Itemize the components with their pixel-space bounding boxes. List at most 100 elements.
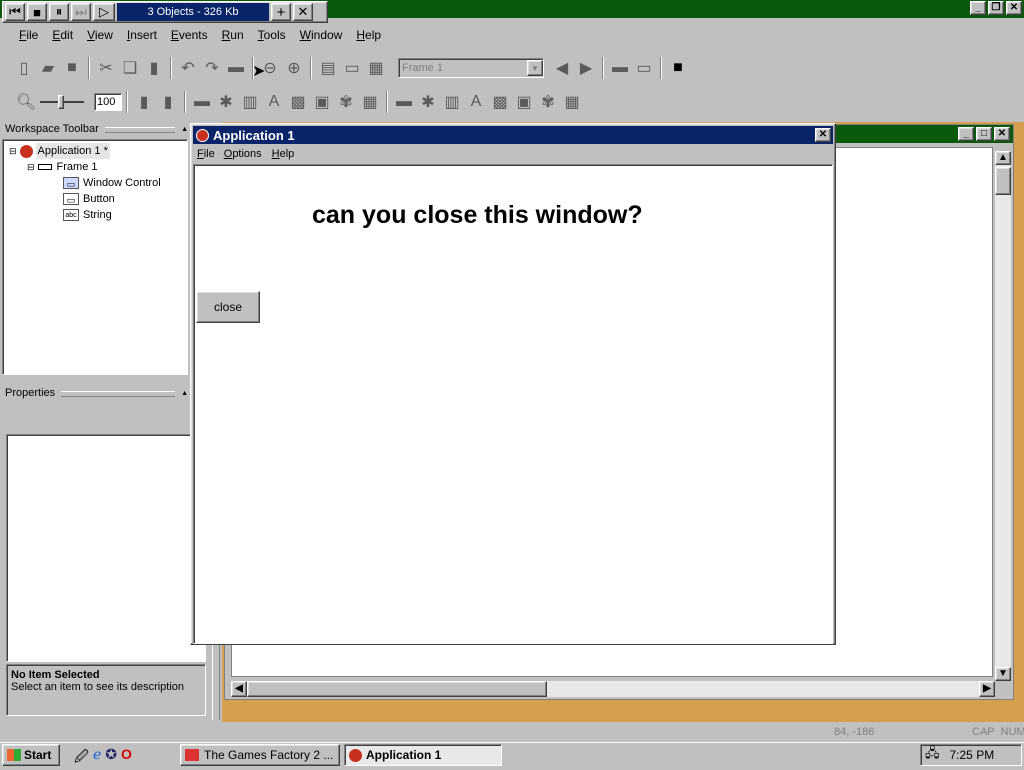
frame-select[interactable]: Frame 1 ▼ (398, 58, 544, 78)
app-menu-options[interactable]: Options (219, 145, 267, 163)
cut-icon[interactable]: ✂ (94, 56, 118, 80)
storyboard-icon[interactable]: ▤ (316, 56, 340, 80)
object-sound2-icon[interactable]: ✾ (536, 90, 560, 114)
close-icon[interactable]: ✕ (815, 128, 831, 142)
menu-run[interactable]: Run (215, 26, 251, 44)
vertical-scrollbar[interactable]: ▲ ▼ (995, 151, 1011, 681)
collapse-icon[interactable]: ▲ (181, 390, 188, 397)
next-frame-icon[interactable]: ▶ (574, 56, 598, 80)
layer-front-icon[interactable]: ▮ (156, 90, 180, 114)
object-picture2-icon[interactable]: ▣ (512, 90, 536, 114)
horizontal-scrollbar[interactable]: ◀ ▶ (231, 681, 995, 697)
menu-view[interactable]: View (80, 26, 120, 44)
restore-icon[interactable]: ❐ (988, 1, 1004, 15)
object-counter2-icon[interactable]: ▥ (440, 90, 464, 114)
menu-file[interactable]: File (12, 26, 45, 44)
app-menu-file[interactable]: File (193, 145, 219, 163)
save-icon[interactable]: ■ (60, 56, 84, 80)
collapse-icon[interactable]: ▲ (181, 126, 188, 133)
tree-item-frame[interactable]: ⊟ Frame 1 (9, 159, 187, 175)
network-icon[interactable]: 🖧 (925, 745, 940, 765)
start-button[interactable]: Start (2, 744, 60, 766)
zoom-icon[interactable]: 🔍︎ (14, 90, 38, 114)
drag-grip[interactable] (104, 127, 176, 133)
object-active2-icon[interactable]: ✱ (416, 90, 440, 114)
add-icon[interactable]: + (271, 3, 291, 21)
object-grid-icon[interactable]: ▩ (286, 90, 310, 114)
application-titlebar: Application 1 ✕ (193, 126, 833, 144)
frame-editor-icon[interactable]: ▭ (340, 56, 364, 80)
rewind-icon[interactable]: ⏮ (5, 3, 25, 21)
object-sound-icon[interactable]: ✾ (334, 90, 358, 114)
close-control-icon[interactable]: ✕ (293, 3, 313, 21)
application-window: Application 1 ✕ File Options Help can yo… (190, 123, 836, 645)
minimize-icon[interactable]: _ (970, 1, 986, 15)
scroll-down-icon[interactable]: ▼ (995, 667, 1011, 681)
channels-icon[interactable]: ✪ (105, 746, 117, 770)
object-grid2-icon[interactable]: ▩ (488, 90, 512, 114)
pause-icon[interactable]: ⏸ (49, 3, 69, 21)
browser-icon[interactable]: ℯ (93, 746, 101, 770)
object-counter-icon[interactable]: ▥ (238, 90, 262, 114)
stop-icon[interactable]: ■ (27, 3, 47, 21)
object-text-icon[interactable]: A (262, 90, 286, 114)
tree-item-button[interactable]: ▭ Button (9, 191, 187, 207)
color-icon[interactable]: ■ (666, 56, 690, 80)
minimize-icon[interactable]: _ (958, 127, 974, 141)
copy-icon[interactable]: ❏ (118, 56, 142, 80)
toolbar-separator (170, 57, 172, 79)
status-bar: 84, -186 CAP NUM (0, 723, 1024, 741)
task-application-1[interactable]: Application 1 (344, 744, 502, 766)
new-icon[interactable]: ▯ (12, 56, 36, 80)
open-icon[interactable]: ▰ (36, 56, 60, 80)
workspace-tree: ⊟ Application 1 * ⊟ Frame 1 ▭ Window Contro… (2, 139, 188, 375)
window-icon[interactable]: ▭ (632, 56, 656, 80)
object-list-icon[interactable]: ▦ (358, 90, 382, 114)
scroll-left-icon[interactable]: ◀ (231, 681, 247, 697)
desktop-icon[interactable]: 🖉 (74, 746, 89, 770)
object-picture-icon[interactable]: ▣ (310, 90, 334, 114)
forward-icon[interactable]: ⊕ (282, 56, 306, 80)
task-games-factory[interactable]: The Games Factory 2 ... (180, 744, 340, 766)
close-icon[interactable]: ✕ (1006, 1, 1022, 15)
string-object-icon: abc (63, 209, 79, 221)
layer-back-icon[interactable]: ▮ (132, 90, 156, 114)
play-icon[interactable]: ▷ (93, 3, 115, 21)
redo-icon[interactable]: ↷ (200, 56, 224, 80)
paste-icon[interactable]: ▮ (142, 56, 166, 80)
object-active-icon[interactable]: ✱ (214, 90, 238, 114)
drag-grip[interactable] (61, 391, 176, 397)
object-backdrop2-icon[interactable]: ▬ (392, 90, 416, 114)
app-menu-help[interactable]: Help (267, 145, 300, 163)
zoom-slider[interactable] (38, 92, 86, 112)
tree-item-application[interactable]: ⊟ Application 1 * (9, 143, 187, 159)
maximize-icon[interactable]: □ (976, 127, 992, 141)
opera-icon[interactable]: O (121, 746, 132, 770)
event-editor-icon[interactable]: ▦ (364, 56, 388, 80)
menu-window[interactable]: Window (293, 26, 350, 44)
object-list2-icon[interactable]: ▦ (560, 90, 584, 114)
prev-frame-icon[interactable]: ◀ (550, 56, 574, 80)
layer-icon[interactable]: ▬ (608, 56, 632, 80)
undo-icon[interactable]: ↶ (176, 56, 200, 80)
object-text2-icon[interactable]: A (464, 90, 488, 114)
menu-help[interactable]: Help (349, 26, 388, 44)
zoom-input[interactable]: 100 (94, 93, 122, 111)
application-menubar: File Options Help (193, 145, 299, 163)
tree-item-window-control[interactable]: ▭ Window Control (9, 175, 187, 191)
object-backdrop-icon[interactable]: ▬ (190, 90, 214, 114)
step-icon[interactable]: ⏭ (71, 3, 91, 21)
tree-item-string[interactable]: abc String (9, 207, 187, 223)
close-button[interactable]: close (196, 291, 260, 323)
menu-tools[interactable]: Tools (251, 26, 293, 44)
chevron-down-icon[interactable]: ▼ (527, 60, 543, 76)
menu-insert[interactable]: Insert (120, 26, 164, 44)
menu-edit[interactable]: Edit (45, 26, 80, 44)
menu-events[interactable]: Events (164, 26, 215, 44)
properties-status-desc: Select an item to see its description (11, 681, 185, 693)
close-icon[interactable]: ✕ (994, 127, 1010, 141)
system-tray: 🖧 7:25 PM (920, 744, 1022, 766)
comment-icon[interactable]: ▬ (224, 56, 248, 80)
scroll-up-icon[interactable]: ▲ (995, 151, 1011, 165)
scroll-right-icon[interactable]: ▶ (979, 681, 995, 697)
